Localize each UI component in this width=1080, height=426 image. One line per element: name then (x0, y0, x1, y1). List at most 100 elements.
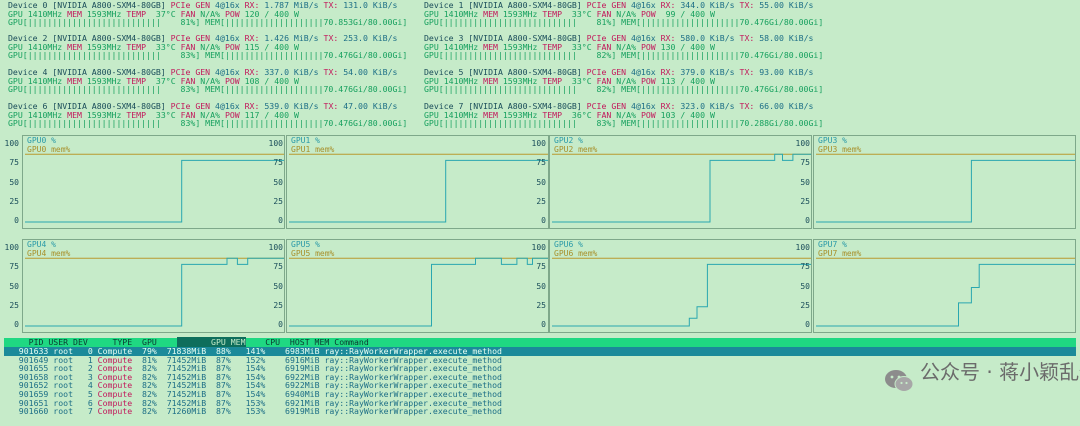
field-key: TX: (739, 0, 755, 10)
legend-mem: GPU6 mem% (554, 248, 598, 258)
y-tick-label: 75 (800, 158, 810, 168)
wechat-icon (885, 370, 914, 392)
field-key: TX: (739, 33, 755, 43)
gpu2-chart: GPU2 % GPU2 mem% (549, 135, 812, 229)
y-tick-label: 75 (273, 262, 283, 272)
y-tick-label: 50 (536, 177, 546, 187)
legend-mem: GPU0 mem% (27, 144, 71, 154)
util-series-line (25, 257, 284, 327)
chart-legend: GPU4 % GPU4 mem% (27, 240, 71, 258)
chart-legend: GPU1 % GPU1 mem% (291, 136, 334, 154)
y-tick-label: 25 (800, 196, 810, 206)
field-value: 131.0 KiB/s (338, 0, 398, 10)
cell-gpumem: 71260MiB (156, 406, 207, 417)
y-tick-label: 100 (4, 139, 19, 148)
device-gauges: GPU[||||||||||||||||||||||||||| 83%] MEM… (8, 50, 408, 61)
gpu1-chart: GPU1 % GPU1 mem% (286, 135, 549, 229)
device-gauges: GPU[||||||||||||||||||||||||||| 83%] MEM… (424, 118, 824, 129)
device-4-info: Device 4 [NVIDIA A800-SXM4-80GB] PCIe GE… (8, 68, 428, 94)
y-tick-label: 50 (536, 281, 546, 291)
field-value: 55.00 KiB/s (754, 0, 814, 10)
field-value: 253.0 KiB/s (338, 33, 398, 43)
util-series-line (552, 153, 811, 223)
gpu4-chart: GPU4 % GPU4 mem% (22, 239, 285, 333)
chart-legend: GPU5 % GPU5 mem% (291, 240, 335, 258)
field-key: TX: (323, 0, 339, 10)
legend-mem: GPU2 mem% (554, 144, 598, 154)
gpu5-chart: GPU5 % GPU5 mem% (286, 239, 549, 333)
field-key: TX: (739, 101, 755, 111)
y-tick-label: 0 (541, 320, 546, 329)
gpu3-chart: GPU3 % GPU3 mem% (813, 135, 1076, 229)
y-tick-label: 0 (805, 320, 810, 329)
cell-type: Compute (92, 406, 133, 417)
y-tick-label: 0 (14, 216, 19, 225)
legend-mem: GPU4 mem% (27, 248, 71, 258)
legend-mem: GPU5 mem% (291, 248, 335, 258)
field-key: TX: (323, 33, 339, 43)
chart-legend: GPU6 % GPU6 mem% (554, 240, 598, 258)
util-series-line (816, 159, 1075, 223)
y-tick-label: 100 (268, 243, 283, 252)
cell-cmd: ray::RayWorkerWrapper.execute_method (319, 406, 502, 417)
y-tick-label: 50 (800, 177, 810, 187)
field-value: 54.00 KiB/s (338, 67, 398, 77)
watermark-text: 公众号 · 蒋小颖乱侃 (920, 360, 1080, 384)
cell-user: root (48, 406, 74, 417)
util-series-line (289, 257, 548, 327)
field-value: 93.00 KiB/s (754, 67, 814, 77)
y-tick-label: 100 (268, 139, 283, 148)
y-tick-label: 75 (9, 158, 19, 168)
device-7-info: Device 7 [NVIDIA A800-SXM4-80GB] PCIe GE… (424, 102, 844, 128)
y-tick-label: 25 (273, 300, 283, 310)
device-0-info: Device 0 [NVIDIA A800-SXM4-80GB] PCIe GE… (8, 1, 428, 27)
device-gauges: GPU[||||||||||||||||||||||||||| 82%] MEM… (424, 50, 824, 61)
field-value: 47.00 KiB/s (338, 101, 398, 111)
chart-legend: GPU3 % GPU3 mem% (818, 136, 862, 154)
field-key: TX: (739, 67, 755, 77)
device-gauges: GPU[||||||||||||||||||||||||||| 81%] MEM… (424, 17, 824, 28)
y-tick-label: 25 (9, 300, 19, 310)
process-row[interactable]: 901660 root 7 Compute 82% 71260MiB 87% 1… (4, 407, 1076, 416)
chart-legend: GPU7 % GPU7 mem% (818, 240, 862, 258)
device-1-info: Device 1 [NVIDIA A800-SXM4-80GB] PCIe GE… (424, 1, 844, 27)
y-tick-label: 0 (805, 216, 810, 225)
chart-legend: GPU2 % GPU2 mem% (554, 136, 598, 154)
y-tick-label: 100 (795, 139, 810, 148)
y-tick-label: 0 (278, 320, 283, 329)
cell-host: 6919MiB (265, 406, 320, 417)
y-tick-label: 25 (9, 196, 19, 206)
y-tick-label: 100 (4, 243, 19, 252)
y-tick-label: 0 (278, 216, 283, 225)
legend-mem: GPU7 mem% (818, 248, 862, 258)
util-series-line (25, 159, 284, 223)
device-gauges: GPU[||||||||||||||||||||||||||| 81%] MEM… (8, 17, 408, 28)
device-5-info: Device 5 [NVIDIA A800-SXM4-80GB] PCIe GE… (424, 68, 844, 94)
cell-gpu: 82% (132, 406, 157, 417)
device-gauges: GPU[||||||||||||||||||||||||||| 83%] MEM… (8, 118, 408, 129)
y-tick-label: 0 (541, 216, 546, 225)
y-tick-label: 25 (536, 300, 546, 310)
device-3-info: Device 3 [NVIDIA A800-SXM4-80GB] PCIe GE… (424, 34, 844, 60)
y-tick-label: 75 (273, 158, 283, 168)
cell-cpu: 153% (230, 406, 266, 417)
y-tick-label: 50 (273, 281, 283, 291)
y-tick-label: 100 (531, 139, 546, 148)
y-tick-label: 50 (9, 177, 19, 187)
cell-pid: 901660 (4, 406, 49, 417)
gpu7-chart: GPU7 % GPU7 mem% (813, 239, 1076, 333)
y-tick-label: 75 (536, 158, 546, 168)
device-2-info: Device 2 [NVIDIA A800-SXM4-80GB] PCIe GE… (8, 34, 428, 60)
y-tick-label: 0 (14, 320, 19, 329)
cell-dev: 7 (73, 406, 93, 417)
field-key: TX: (323, 101, 339, 111)
legend-mem: GPU3 mem% (818, 144, 862, 154)
field-value: 58.00 KiB/s (754, 33, 814, 43)
y-tick-label: 75 (536, 262, 546, 272)
cell-memp: 87% (206, 406, 231, 417)
y-tick-label: 25 (273, 196, 283, 206)
device-6-info: Device 6 [NVIDIA A800-SXM4-80GB] PCIe GE… (8, 102, 428, 128)
y-tick-label: 75 (800, 262, 810, 272)
device-gauges: GPU[||||||||||||||||||||||||||| 82%] MEM… (424, 84, 824, 95)
y-tick-label: 50 (9, 281, 19, 291)
